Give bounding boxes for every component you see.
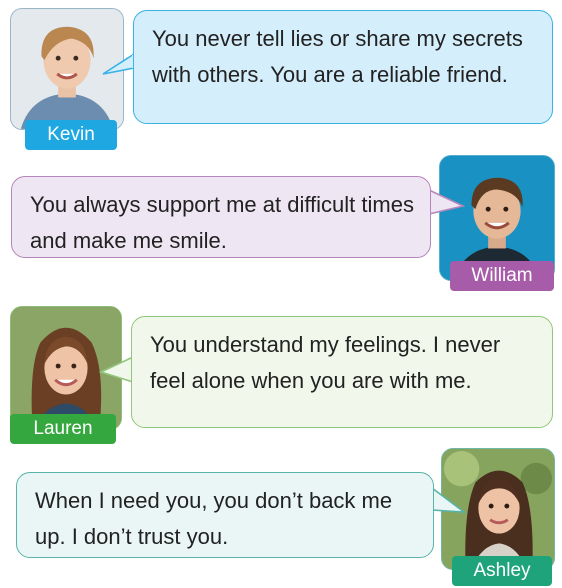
- ashley-speech-bubble: When I need you, you don’t back me up. I…: [16, 472, 434, 558]
- ashley-name-tag: Ashley: [452, 556, 552, 586]
- william-name-tag: William: [450, 261, 554, 291]
- kevin-speech-bubble: You never tell lies or share my secrets …: [133, 10, 553, 124]
- kevin-name-tag: Kevin: [25, 120, 117, 150]
- william-speech-bubble: You always support me at difficult times…: [11, 176, 431, 258]
- lauren-name-tag: Lauren: [10, 414, 116, 444]
- lauren-speech-bubble: You understand my feelings. I never feel…: [131, 316, 553, 428]
